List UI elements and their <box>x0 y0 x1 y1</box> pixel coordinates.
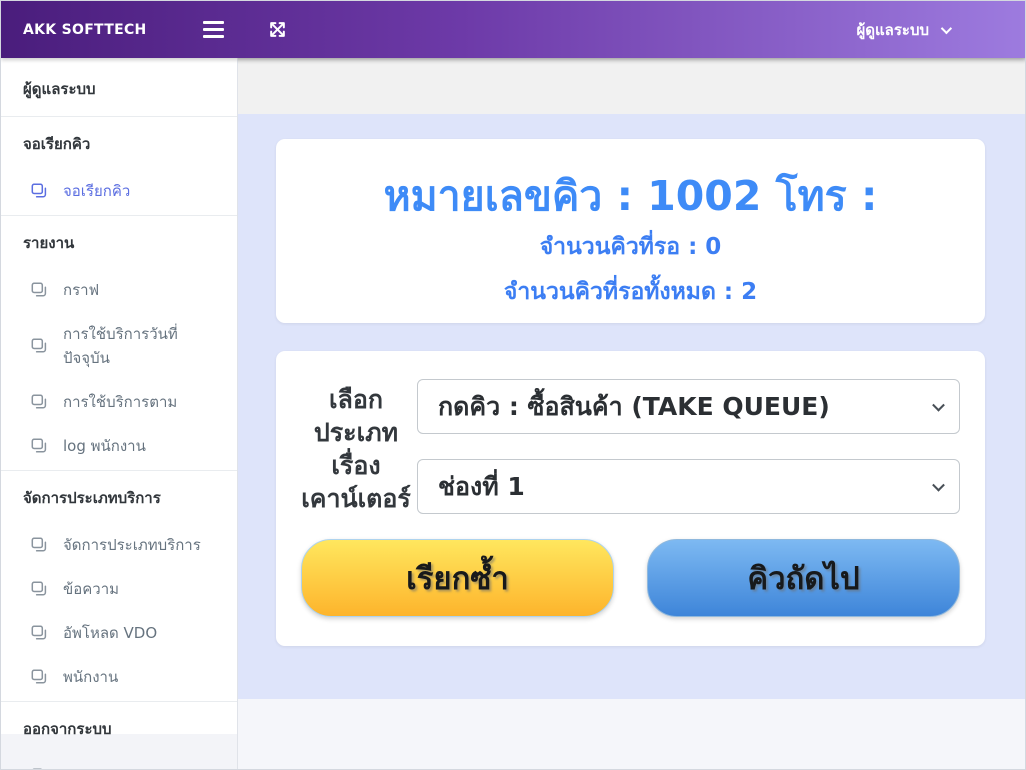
sidebar-item-label: ข้อความ <box>63 577 119 601</box>
clone-icon <box>31 581 47 597</box>
sidebar-item-label: log พนักงาน <box>63 434 146 458</box>
sidebar-item-label: การใช้บริการวันที่ปัจจุบัน <box>63 322 223 370</box>
sidebar-item-queue-screen[interactable]: จอเรียกคิว <box>1 169 237 213</box>
repeat-call-button[interactable]: เรียกซ้ำ <box>301 539 614 617</box>
clone-icon <box>31 625 47 641</box>
queue-waiting-total: จำนวนคิวที่รอทั้งหมด : 2 <box>276 274 985 310</box>
service-type-select[interactable]: กดคิว : ซื้อสินค้า (TAKE QUEUE) <box>417 379 960 434</box>
clone-icon <box>31 768 47 769</box>
clone-icon <box>31 338 47 354</box>
clone-icon <box>31 394 47 410</box>
next-queue-button[interactable]: คิวถัดไป <box>647 539 960 617</box>
user-dropdown[interactable]: ผู้ดูแลระบบ <box>856 18 949 42</box>
sidebar-section-reports: รายงาน <box>1 218 237 268</box>
hamburger-icon <box>203 21 224 38</box>
sidebar-item-label: พนักงาน <box>63 665 118 689</box>
clone-icon <box>31 282 47 298</box>
sidebar-item-label: ออกจากระบบ <box>63 764 152 769</box>
chevron-down-icon <box>941 22 952 33</box>
user-dropdown-label: ผู้ดูแลระบบ <box>856 18 929 42</box>
channel-selected-value: ช่องที่ 1 <box>438 467 525 507</box>
queue-number-title: หมายเลขคิว : 1002 โทร : <box>276 173 985 220</box>
clone-icon <box>31 669 47 685</box>
expand-arrows-icon <box>268 20 287 39</box>
sidebar: ผู้ดูแลระบบ จอเรียกคิว จอเรียกคิว รายงาน… <box>1 58 238 769</box>
sidebar-item-logout[interactable]: ออกจากระบบ <box>1 754 237 769</box>
clone-icon <box>31 183 47 199</box>
sidebar-item-usage-today[interactable]: การใช้บริการวันที่ปัจจุบัน <box>1 312 237 380</box>
fullscreen-button[interactable] <box>262 14 293 45</box>
select-type-label: เลือก ประเภท เรื่อง เคาน์เตอร์ <box>300 383 412 515</box>
sidebar-item-label: การใช้บริการตาม <box>63 390 177 414</box>
divider <box>1 701 237 702</box>
sidebar-item-manage-service-types[interactable]: จัดการประเภทบริการ <box>1 523 237 567</box>
divider <box>1 215 237 216</box>
queue-panel-background: หมายเลขคิว : 1002 โทร : จำนวนคิวที่รอ : … <box>238 114 1025 699</box>
queue-control-card: เลือก ประเภท เรื่อง เคาน์เตอร์ กดคิว : ซ… <box>276 351 985 646</box>
sidebar-item-label: อัพโหลด VDO <box>63 621 157 645</box>
sidebar-section-admin: ผู้ดูแลระบบ <box>1 64 237 114</box>
topbar: AKK SOFTTECH ผู้ดูแลระบบ <box>1 1 1025 58</box>
sidebar-item-label: จัดการประเภทบริการ <box>63 533 201 557</box>
sidebar-item-staff[interactable]: พนักงาน <box>1 655 237 699</box>
divider <box>1 470 237 471</box>
sidebar-toggle-button[interactable] <box>197 15 230 44</box>
main-content: หมายเลขคิว : 1002 โทร : จำนวนคิวที่รอ : … <box>238 58 1025 769</box>
channel-select[interactable]: ช่องที่ 1 <box>417 459 960 514</box>
sidebar-item-graph[interactable]: กราฟ <box>1 268 237 312</box>
sidebar-item-upload-vdo[interactable]: อัพโหลด VDO <box>1 611 237 655</box>
divider <box>1 116 237 117</box>
app-window: AKK SOFTTECH ผู้ดูแลระบบ ผู้ดูแลระบบ จอเ… <box>0 0 1026 770</box>
brand-logo[interactable]: AKK SOFTTECH <box>23 22 175 38</box>
queue-waiting-count: จำนวนคิวที่รอ : 0 <box>276 229 985 265</box>
chevron-down-icon <box>932 398 945 411</box>
queue-status-card: หมายเลขคิว : 1002 โทร : จำนวนคิวที่รอ : … <box>276 139 985 323</box>
clone-icon <box>31 438 47 454</box>
service-type-selected-value: กดคิว : ซื้อสินค้า (TAKE QUEUE) <box>438 387 830 427</box>
sidebar-item-messages[interactable]: ข้อความ <box>1 567 237 611</box>
chevron-down-icon <box>932 478 945 491</box>
clone-icon <box>31 537 47 553</box>
sidebar-section-service-types: จัดการประเภทบริการ <box>1 473 237 523</box>
sidebar-section-logout: ออกจากระบบ <box>1 704 237 754</box>
content-footer-strip <box>238 699 1025 769</box>
sidebar-item-staff-log[interactable]: log พนักงาน <box>1 424 237 468</box>
sidebar-item-label: จอเรียกคิว <box>63 179 130 203</box>
content-header-strip <box>238 58 1025 114</box>
sidebar-item-label: กราฟ <box>63 278 99 302</box>
sidebar-item-usage-by[interactable]: การใช้บริการตาม <box>1 380 237 424</box>
sidebar-section-queue-screen: จอเรียกคิว <box>1 119 237 169</box>
